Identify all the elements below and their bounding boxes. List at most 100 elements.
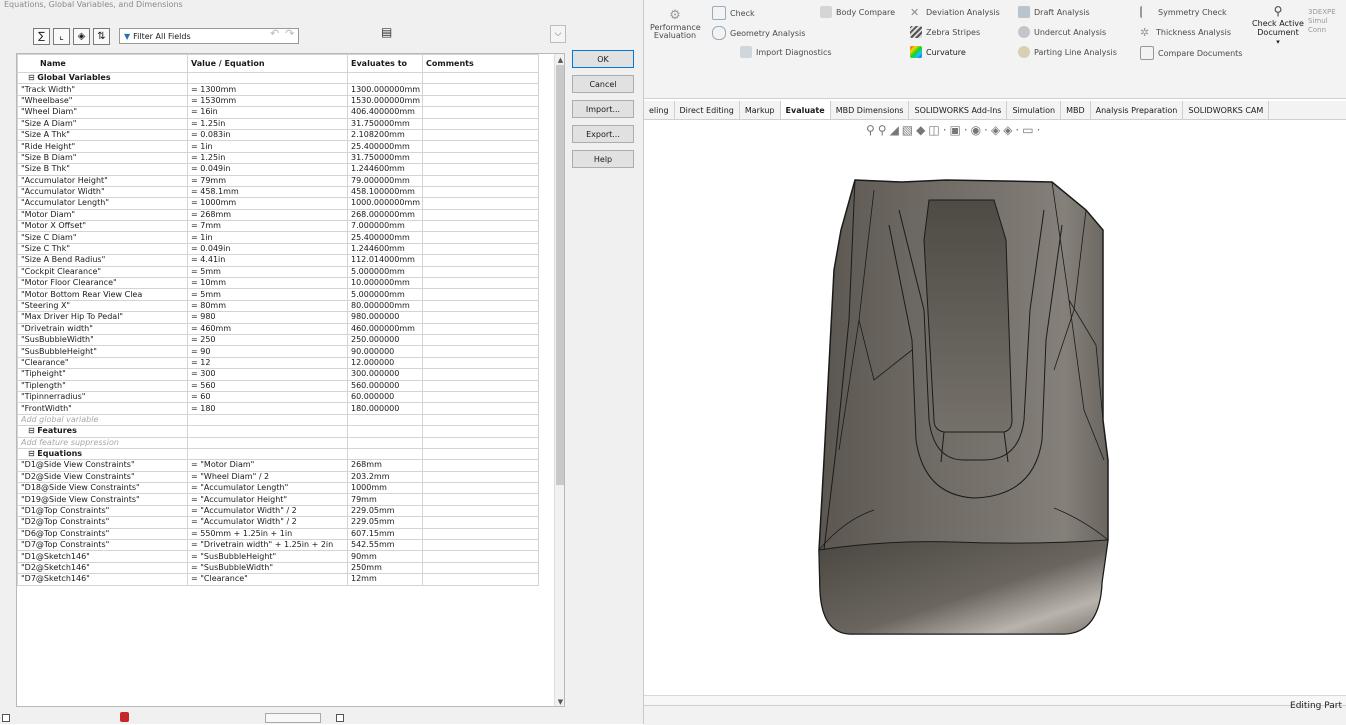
col-name[interactable]: Name bbox=[17, 54, 188, 73]
vertical-scrollbar[interactable]: ▲ ▼ bbox=[554, 54, 564, 706]
row-value[interactable]: = "Accumulator Length" bbox=[187, 482, 348, 495]
table-row[interactable]: "Wheel Diam" = 16in 406.400000mm bbox=[17, 106, 539, 119]
row-value[interactable]: = 90 bbox=[187, 345, 348, 358]
row-comment[interactable] bbox=[422, 197, 539, 210]
section-title[interactable]: ⊟ Equations bbox=[17, 447, 188, 461]
row-name[interactable]: "Tiplength" bbox=[17, 379, 188, 392]
row-value[interactable]: = "Accumulator Width" / 2 bbox=[187, 516, 348, 529]
row-comment[interactable] bbox=[422, 311, 539, 324]
table-row[interactable]: "D6@Top Constraints" = 550mm + 1.25in + 1… bbox=[17, 527, 539, 541]
row-name[interactable]: "Size B Thk" bbox=[17, 163, 188, 176]
table-row[interactable]: "Motor X Offset" = 7mm 7.000000mm bbox=[17, 220, 539, 233]
export-button[interactable]: Export... bbox=[572, 125, 634, 143]
deviation-analysis-button[interactable]: ✕ Deviation Analysis bbox=[910, 6, 1000, 19]
sketch-equation-view-button[interactable]: ⌞ bbox=[53, 27, 70, 45]
model-inner-channel[interactable] bbox=[923, 199, 1013, 433]
row-name[interactable]: "D1@Side View Constraints" bbox=[17, 459, 188, 472]
table-row[interactable]: "D2@Top Constraints" = "Accumulator Width… bbox=[17, 516, 539, 529]
row-value[interactable]: = 1.25in bbox=[187, 151, 348, 165]
row-value[interactable]: = "Clearance" bbox=[187, 573, 348, 586]
section-title[interactable]: ⊟ Global Variables bbox=[17, 71, 188, 85]
row-name[interactable]: "D7@Top Constraints" bbox=[17, 538, 188, 552]
tab-analysis-preparation[interactable]: Analysis Preparation bbox=[1091, 101, 1184, 119]
table-row[interactable]: "FrontWidth" = 180 180.000000 bbox=[17, 402, 539, 415]
compare-documents-button[interactable]: Compare Documents bbox=[1140, 46, 1242, 60]
row-comment[interactable] bbox=[422, 299, 539, 313]
row-comment[interactable] bbox=[422, 151, 539, 165]
row-comment[interactable] bbox=[422, 242, 539, 256]
table-row[interactable]: "SusBubbleHeight" = 90 90.000000 bbox=[17, 345, 539, 358]
row-name[interactable]: "Motor Bottom Rear View Clea bbox=[17, 288, 188, 301]
row-name[interactable]: "Steering X" bbox=[17, 299, 188, 313]
row-name[interactable]: "Size A Bend Radius" bbox=[17, 254, 188, 267]
section-row[interactable]: ⊟ Equations bbox=[17, 447, 539, 461]
row-value[interactable]: = 12 bbox=[187, 356, 348, 370]
row-value[interactable]: = "Wheel Diam" / 2 bbox=[187, 470, 348, 484]
row-name[interactable]: "D1@Top Constraints" bbox=[17, 504, 188, 518]
help-button[interactable]: Help bbox=[572, 150, 634, 168]
row-name[interactable]: "Size B Diam" bbox=[17, 151, 188, 165]
row-value[interactable]: = 5mm bbox=[187, 288, 348, 301]
part-model[interactable] bbox=[644, 120, 1346, 695]
table-row[interactable]: "Motor Floor Clearance" = 10mm 10.000000mm bbox=[17, 277, 539, 290]
graphics-area[interactable]: ⚲⚲◢▧◆◫·▣·◉·◈◈·▭· bbox=[644, 120, 1346, 695]
row-name[interactable]: "Motor X Offset" bbox=[17, 220, 188, 233]
table-row[interactable]: "D1@Sketch146" = "SusBubbleHeight" 90mm bbox=[17, 550, 539, 563]
row-name[interactable]: "Cockpit Clearance" bbox=[17, 265, 188, 279]
row-value[interactable]: = 560 bbox=[187, 379, 348, 392]
row-value[interactable]: = 460mm bbox=[187, 322, 348, 336]
row-comment[interactable] bbox=[422, 538, 539, 552]
ok-button[interactable]: OK bbox=[572, 50, 634, 68]
scroll-thumb[interactable] bbox=[556, 65, 564, 485]
row-name[interactable]: "SusBubbleHeight" bbox=[17, 345, 188, 358]
row-name[interactable]: "Size C Diam" bbox=[17, 231, 188, 244]
table-row[interactable]: "SusBubbleWidth" = 250 250.000000 bbox=[17, 333, 539, 347]
add-row-cell[interactable] bbox=[347, 436, 423, 449]
row-value[interactable]: = "Accumulator Height" bbox=[187, 493, 348, 506]
col-value[interactable]: Value / Equation bbox=[187, 54, 348, 73]
row-name[interactable]: "Size C Thk" bbox=[17, 242, 188, 256]
row-comment[interactable] bbox=[422, 470, 539, 484]
row-name[interactable]: "SusBubbleWidth" bbox=[17, 333, 188, 347]
table-row[interactable]: "Clearance" = 12 12.000000 bbox=[17, 356, 539, 370]
row-name[interactable]: "Accumulator Width" bbox=[17, 185, 188, 199]
row-value[interactable]: = 300 bbox=[187, 368, 348, 381]
check-active-document-button[interactable]: ⚲ Check Active Document ▾ bbox=[1252, 4, 1304, 46]
tab-evaluate[interactable]: Evaluate bbox=[780, 101, 831, 119]
row-comment[interactable] bbox=[422, 356, 539, 370]
row-name[interactable]: "Motor Diam" bbox=[17, 208, 188, 222]
zebra-stripes-button[interactable]: Zebra Stripes bbox=[910, 26, 980, 38]
row-value[interactable]: = 1in bbox=[187, 140, 348, 153]
collapse-icon[interactable]: ⊟ bbox=[28, 427, 37, 436]
row-comment[interactable] bbox=[422, 254, 539, 267]
row-value[interactable]: = 16in bbox=[187, 106, 348, 119]
tab-eling[interactable]: eling bbox=[644, 101, 675, 119]
col-comments[interactable]: Comments bbox=[422, 54, 539, 73]
row-name[interactable]: "Tipheight" bbox=[17, 368, 188, 381]
row-name[interactable]: "Wheel Diam" bbox=[17, 106, 188, 119]
row-comment[interactable] bbox=[422, 106, 539, 119]
tab-solidworks-cam[interactable]: SOLIDWORKS CAM bbox=[1183, 101, 1270, 119]
import-button[interactable]: Import... bbox=[572, 100, 634, 118]
import-diagnostics-button[interactable]: Import Diagnostics bbox=[740, 46, 832, 58]
row-comment[interactable] bbox=[422, 561, 539, 575]
table-row[interactable]: "D18@Side View Constraints" = "Accumulato… bbox=[17, 482, 539, 495]
collapse-icon[interactable]: ⊟ bbox=[28, 449, 37, 458]
row-comment[interactable] bbox=[422, 94, 539, 108]
table-row[interactable]: "D2@Side View Constraints" = "Wheel Diam"… bbox=[17, 470, 539, 484]
tab-direct-editing[interactable]: Direct Editing bbox=[675, 101, 740, 119]
tab-markup[interactable]: Markup bbox=[740, 101, 781, 119]
row-name[interactable]: "Track Width" bbox=[17, 83, 188, 96]
table-row[interactable]: "Motor Bottom Rear View Clea = 5mm 5.00000… bbox=[17, 288, 539, 301]
table-row[interactable]: "Track Width" = 1300mm 1300.000000mm bbox=[17, 83, 539, 96]
section-row[interactable]: ⊟ Global Variables bbox=[17, 71, 539, 85]
row-value[interactable]: = 180 bbox=[187, 402, 348, 415]
row-name[interactable]: "FrontWidth" bbox=[17, 402, 188, 415]
tab-solidworks-add-ins[interactable]: SOLIDWORKS Add-Ins bbox=[909, 101, 1008, 119]
row-comment[interactable] bbox=[422, 322, 539, 336]
row-value[interactable]: = 1in bbox=[187, 231, 348, 244]
undo-redo-icons[interactable]: ↶↷ bbox=[270, 27, 300, 40]
dialog-dropdown-button[interactable]: ⌵ bbox=[550, 25, 566, 43]
table-row[interactable]: "Steering X" = 80mm 80.000000mm bbox=[17, 299, 539, 313]
row-value[interactable]: = 0.049in bbox=[187, 242, 348, 256]
